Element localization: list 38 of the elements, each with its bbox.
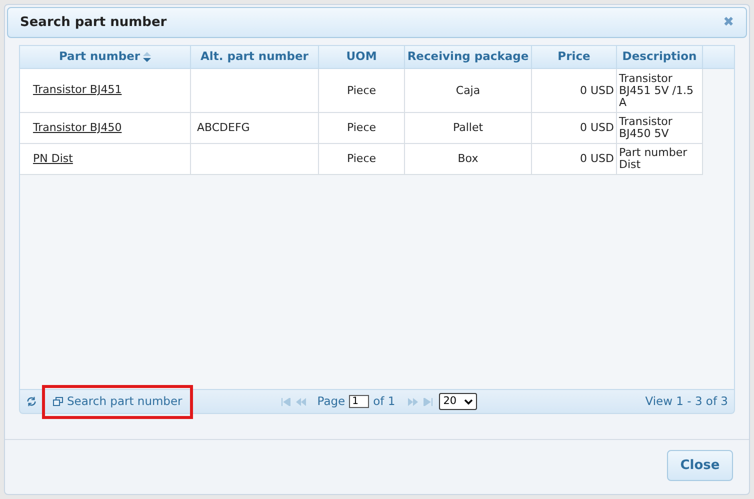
part-number-link[interactable]: Transistor BJ450	[20, 120, 190, 136]
first-page-icon[interactable]	[281, 398, 292, 406]
table-cell-text: 0 USD	[579, 84, 615, 96]
table-cell-text: Box	[456, 153, 480, 165]
table-cell-text: Transistor BJ451 5V /1.5 A	[618, 72, 695, 108]
table-cell-text: 0 USD	[579, 153, 615, 165]
column-header[interactable]: UOM	[319, 46, 405, 68]
next-page-icon[interactable]	[407, 398, 420, 406]
column-header[interactable]: Price	[532, 46, 617, 68]
previous-page-icon[interactable]	[295, 398, 308, 406]
column-header[interactable]: Description	[617, 46, 703, 68]
page-input[interactable]: 1	[349, 395, 370, 408]
column-header[interactable]: Receiving package	[405, 46, 532, 68]
record-count: View 1 - 3 of 3	[645, 392, 728, 410]
search-button[interactable]: Search part number	[42, 384, 194, 418]
refresh-icon[interactable]	[26, 396, 37, 407]
column-header[interactable]: Part number	[20, 46, 191, 68]
page-size-select[interactable]: 20	[439, 393, 478, 410]
page-count: of 1	[373, 392, 396, 410]
part-number-link[interactable]: Transistor BJ451	[20, 82, 190, 99]
table-cell-text: Caja	[454, 84, 482, 96]
part-number-link[interactable]: PN Dist	[20, 150, 190, 168]
column-header[interactable]: Alt. part number	[191, 46, 319, 68]
chevron-down-icon	[464, 398, 474, 404]
last-page-icon[interactable]	[423, 398, 434, 406]
table-cell-text: Piece	[346, 84, 378, 96]
table-cell-text: 0 USD	[579, 122, 615, 134]
window-icon	[53, 397, 63, 406]
table-cell-text: Part number Dist	[618, 147, 688, 171]
sort-icon	[143, 52, 152, 62]
table-cell-text: Piece	[346, 153, 378, 165]
table-cell-text: Pallet	[452, 122, 484, 134]
close-button[interactable]: Close	[667, 450, 733, 481]
dialog-title: Search part number	[20, 14, 167, 32]
table-cell-text: Piece	[346, 122, 378, 134]
table-cell-text: ABCDEFG	[196, 122, 251, 134]
table-cell-text: Transistor BJ450 5V	[618, 116, 674, 140]
page-label: Page	[317, 392, 346, 410]
